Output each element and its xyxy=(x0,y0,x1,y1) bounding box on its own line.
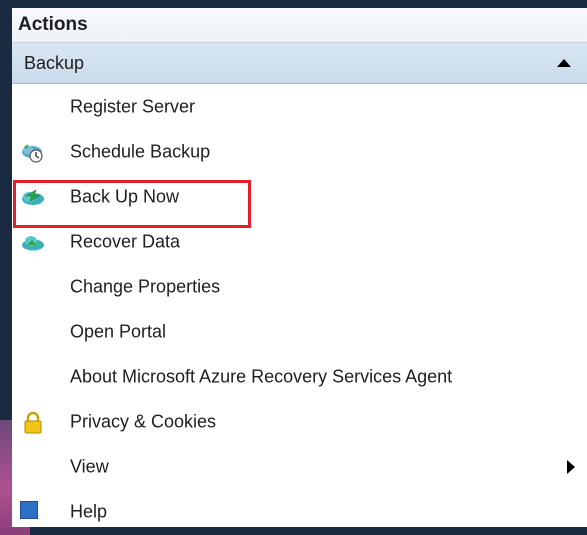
action-label: Schedule Backup xyxy=(70,141,211,161)
help-icon xyxy=(20,500,46,523)
action-label: Change Properties xyxy=(70,276,221,296)
action-privacy-cookies[interactable]: Privacy & Cookies xyxy=(12,399,587,444)
backup-section-label: Backup xyxy=(24,52,85,73)
action-label: About Microsoft Azure Recovery Services … xyxy=(70,366,453,386)
action-label: Register Server xyxy=(70,96,196,116)
actions-pane: Actions Backup Register Server Schedule … xyxy=(12,8,587,527)
lock-icon xyxy=(20,411,46,433)
action-label: Privacy & Cookies xyxy=(70,411,217,431)
action-open-portal[interactable]: Open Portal xyxy=(12,309,587,354)
action-help[interactable]: Help xyxy=(12,489,587,527)
action-about-agent[interactable]: About Microsoft Azure Recovery Services … xyxy=(12,354,587,399)
action-label: View xyxy=(70,456,109,476)
submenu-arrow-icon xyxy=(567,459,575,474)
backup-section-header[interactable]: Backup xyxy=(12,43,587,84)
recover-data-icon xyxy=(20,231,46,253)
highlight-box xyxy=(13,180,251,228)
actions-pane-header: Actions xyxy=(12,8,587,43)
schedule-backup-icon xyxy=(20,141,46,163)
action-label: Help xyxy=(70,501,108,521)
action-schedule-backup[interactable]: Schedule Backup xyxy=(12,129,587,174)
action-register-server[interactable]: Register Server xyxy=(12,84,587,129)
action-label: Open Portal xyxy=(70,321,167,341)
action-change-properties[interactable]: Change Properties xyxy=(12,264,587,309)
actions-pane-title: Actions xyxy=(18,14,88,35)
collapse-arrow-icon[interactable] xyxy=(557,59,571,67)
action-view[interactable]: View xyxy=(12,444,587,489)
action-label: Recover Data xyxy=(70,231,181,251)
